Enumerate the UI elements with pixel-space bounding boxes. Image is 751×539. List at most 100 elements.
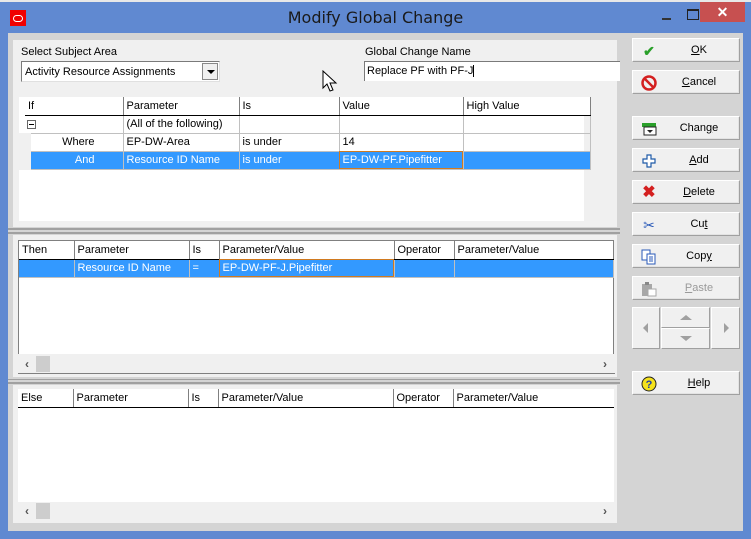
cell-value[interactable]: 14 xyxy=(339,133,464,152)
cut-label: Cut xyxy=(690,218,708,230)
arrow-left-icon xyxy=(643,323,648,333)
ok-label: OK xyxy=(691,44,707,56)
cell-parameter[interactable]: Resource ID Name xyxy=(123,151,240,170)
cell-parameter[interactable]: (All of the following) xyxy=(123,115,240,134)
cell-is[interactable] xyxy=(239,115,340,134)
col-header-parameter-value-2[interactable]: Parameter/Value xyxy=(453,389,614,408)
scroll-right-icon[interactable]: › xyxy=(599,358,611,370)
help-button[interactable]: ? Help xyxy=(632,371,740,395)
col-header-operator[interactable]: Operator xyxy=(394,241,455,260)
global-change-name-label: Global Change Name xyxy=(365,46,471,58)
table-row-selected[interactable]: Resource ID Name = EP-DW-PF-J.Pipefitter xyxy=(19,259,614,278)
col-header-value[interactable]: Value xyxy=(339,97,464,116)
cell-then[interactable] xyxy=(19,259,75,278)
else-horizontal-scrollbar[interactable]: ‹ › xyxy=(19,503,614,520)
cell-value-focused[interactable]: EP-DW-PF.Pipefitter xyxy=(339,151,464,170)
scrollbar-thumb[interactable] xyxy=(36,503,50,519)
cell-high-value[interactable] xyxy=(463,133,591,152)
col-header-is[interactable]: Is xyxy=(188,389,219,408)
plus-icon xyxy=(641,153,657,169)
splitter-handle[interactable] xyxy=(8,228,620,230)
col-header-parameter[interactable]: Parameter xyxy=(123,97,240,116)
splitter-handle[interactable] xyxy=(8,382,620,384)
move-down-button[interactable] xyxy=(661,328,710,349)
cell-operator[interactable] xyxy=(394,259,455,278)
scroll-right-icon[interactable]: › xyxy=(599,505,611,517)
paste-clipboard-icon xyxy=(641,281,657,297)
col-header-then[interactable]: Then xyxy=(19,241,75,260)
table-row[interactable]: (All of the following) xyxy=(25,115,591,134)
col-header-if[interactable]: If xyxy=(25,97,124,116)
subject-area-select[interactable]: Activity Resource Assignments xyxy=(21,61,220,82)
no-entry-icon xyxy=(641,75,657,91)
close-button[interactable]: ✕ xyxy=(700,2,745,22)
col-header-operator[interactable]: Operator xyxy=(393,389,454,408)
cell-if[interactable]: And xyxy=(19,151,124,170)
cut-button[interactable]: ✂ Cut xyxy=(632,212,740,236)
scroll-left-icon[interactable]: ‹ xyxy=(21,358,33,370)
global-change-name-input[interactable]: Replace PF with PF-J xyxy=(364,61,620,81)
delete-button[interactable]: ✖ Delete xyxy=(632,180,740,204)
svg-text:?: ? xyxy=(646,379,653,391)
col-header-parameter-value-2[interactable]: Parameter/Value xyxy=(454,241,614,260)
arrow-down-icon xyxy=(680,336,692,341)
help-label: Help xyxy=(687,377,711,389)
then-grid-border xyxy=(18,373,615,374)
cell-is[interactable]: is under xyxy=(239,133,340,152)
subject-area-value: Activity Resource Assignments xyxy=(25,66,176,78)
scissors-icon: ✂ xyxy=(643,217,655,233)
cell-parameter-value-2[interactable] xyxy=(454,259,614,278)
col-header-parameter[interactable]: Parameter xyxy=(73,389,189,408)
splitter-line xyxy=(8,379,620,380)
col-header-else[interactable]: Else xyxy=(18,389,74,408)
col-header-is[interactable]: Is xyxy=(189,241,220,260)
cell-parameter[interactable]: EP-DW-Area xyxy=(123,133,240,152)
window-title: Modify Global Change xyxy=(287,8,464,27)
then-grid[interactable]: Then Parameter Is Parameter/Value Operat… xyxy=(18,240,614,354)
cell-high-value[interactable] xyxy=(463,151,591,170)
col-header-parameter-value[interactable]: Parameter/Value xyxy=(219,241,395,260)
table-row[interactable]: Where EP-DW-Area is under 14 xyxy=(19,133,591,152)
paste-button[interactable]: Paste xyxy=(632,276,740,300)
cell-is[interactable]: is under xyxy=(239,151,340,170)
change-label: Change xyxy=(679,122,719,134)
cell-value[interactable] xyxy=(339,115,464,134)
then-grid-header: Then Parameter Is Parameter/Value Operat… xyxy=(19,241,614,260)
chevron-down-icon[interactable] xyxy=(202,63,218,80)
cell-is[interactable]: = xyxy=(189,259,220,278)
col-header-high-value[interactable]: High Value xyxy=(463,97,591,116)
col-header-parameter-value[interactable]: Parameter/Value xyxy=(218,389,394,408)
ok-button[interactable]: ✔ OK xyxy=(632,38,740,62)
else-grid[interactable]: Else Parameter Is Parameter/Value Operat… xyxy=(18,389,614,502)
copy-icon xyxy=(641,249,657,265)
minimize-button[interactable] xyxy=(654,6,680,24)
red-x-icon: ✖ xyxy=(642,184,656,201)
text-caret xyxy=(473,65,475,78)
then-horizontal-scrollbar[interactable]: ‹ › xyxy=(19,356,614,373)
cell-high-value[interactable] xyxy=(463,115,591,134)
title-bar[interactable]: Modify Global Change ✕ xyxy=(0,2,751,32)
move-right-button[interactable] xyxy=(711,307,740,349)
cancel-button[interactable]: Cancel xyxy=(632,70,740,94)
cell-if[interactable]: Where xyxy=(19,133,124,152)
scroll-left-icon[interactable]: ‹ xyxy=(21,505,33,517)
cell-parameter-value-focused[interactable]: EP-DW-PF-J.Pipefitter xyxy=(219,259,395,278)
mouse-pointer-icon xyxy=(322,70,338,92)
global-change-name-value: Replace PF with PF-J xyxy=(367,65,474,77)
copy-button[interactable]: Copy xyxy=(632,244,740,268)
cell-parameter[interactable]: Resource ID Name xyxy=(74,259,190,278)
if-grid[interactable]: If Parameter Is Value High Value (All of… xyxy=(19,97,591,221)
change-button[interactable]: Change xyxy=(632,116,740,140)
move-up-button[interactable] xyxy=(661,307,710,328)
add-button[interactable]: Add xyxy=(632,148,740,172)
scrollbar-thumb[interactable] xyxy=(36,356,50,372)
col-header-is[interactable]: Is xyxy=(239,97,340,116)
splitter-line xyxy=(8,232,620,234)
dialog-window: Modify Global Change ✕ Select Subject Ar… xyxy=(0,0,751,539)
table-row-selected[interactable]: And Resource ID Name is under EP-DW-PF.P… xyxy=(19,151,591,170)
col-header-parameter[interactable]: Parameter xyxy=(74,241,190,260)
checkmark-icon: ✔ xyxy=(643,43,655,59)
collapse-icon[interactable] xyxy=(27,119,36,129)
move-left-button[interactable] xyxy=(632,307,660,349)
change-table-icon xyxy=(641,121,657,137)
